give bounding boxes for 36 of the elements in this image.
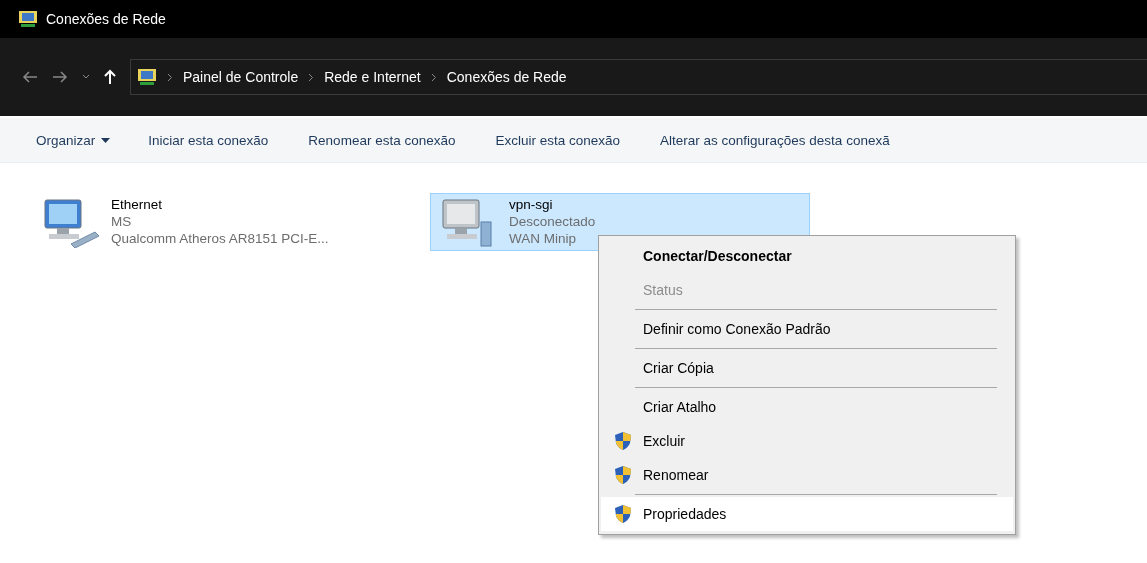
menu-item[interactable]: Criar Atalho — [601, 390, 1013, 424]
connection-name: Ethernet — [111, 196, 164, 213]
network-folder-icon — [18, 9, 38, 29]
toolbar-button[interactable]: Renomear esta conexão — [296, 126, 468, 154]
toolbar-button[interactable]: Iniciar esta conexão — [136, 126, 281, 154]
breadcrumb-item[interactable]: Painel de Controle — [183, 69, 299, 85]
window-title: Conexões de Rede — [46, 11, 166, 27]
connection-status: MS — [111, 213, 133, 230]
network-folder-icon — [137, 67, 157, 87]
chevron-icon — [430, 72, 437, 82]
connection-device: WAN Minip — [509, 230, 577, 247]
recent-dropdown-button[interactable] — [82, 74, 90, 80]
address-bar[interactable]: Painel de Controle Rede e Internet Conexões de Rede — [130, 59, 1147, 95]
menu-item[interactable]: Definir como Conexão Padrão — [601, 312, 1013, 346]
toolbar-button[interactable]: Excluir esta conexão — [483, 126, 633, 154]
connection-name: vpn-sgi — [509, 196, 554, 213]
chevron-icon — [167, 72, 173, 82]
toolbar-button[interactable]: Organizar — [24, 126, 123, 154]
connection-status: Desconectado — [509, 213, 596, 230]
menu-item[interactable]: Propriedades — [601, 497, 1013, 531]
toolbar-button[interactable]: Alterar as configurações desta conexã — [648, 126, 902, 154]
chevron-icon — [308, 72, 315, 82]
menu-item[interactable]: Renomear — [601, 458, 1013, 492]
back-button[interactable] — [22, 70, 38, 84]
connection-device: Qualcomm Atheros AR8151 PCI-E... — [111, 230, 329, 247]
forward-button[interactable] — [52, 70, 68, 84]
breadcrumb-item[interactable]: Conexões de Rede — [446, 69, 567, 85]
menu-item[interactable]: Excluir — [601, 424, 1013, 458]
connection-item[interactable]: Ethernet MS Qualcomm Atheros AR8151 PCI-E... — [32, 193, 412, 251]
breadcrumb-item[interactable]: Rede e Internet — [324, 69, 421, 85]
caret-icon — [101, 137, 111, 143]
shield-icon — [614, 465, 632, 485]
menu-item[interactable]: Criar Cópia — [601, 351, 1013, 385]
shield-icon — [614, 431, 632, 451]
shield-icon — [614, 504, 632, 524]
up-button[interactable] — [104, 69, 116, 85]
